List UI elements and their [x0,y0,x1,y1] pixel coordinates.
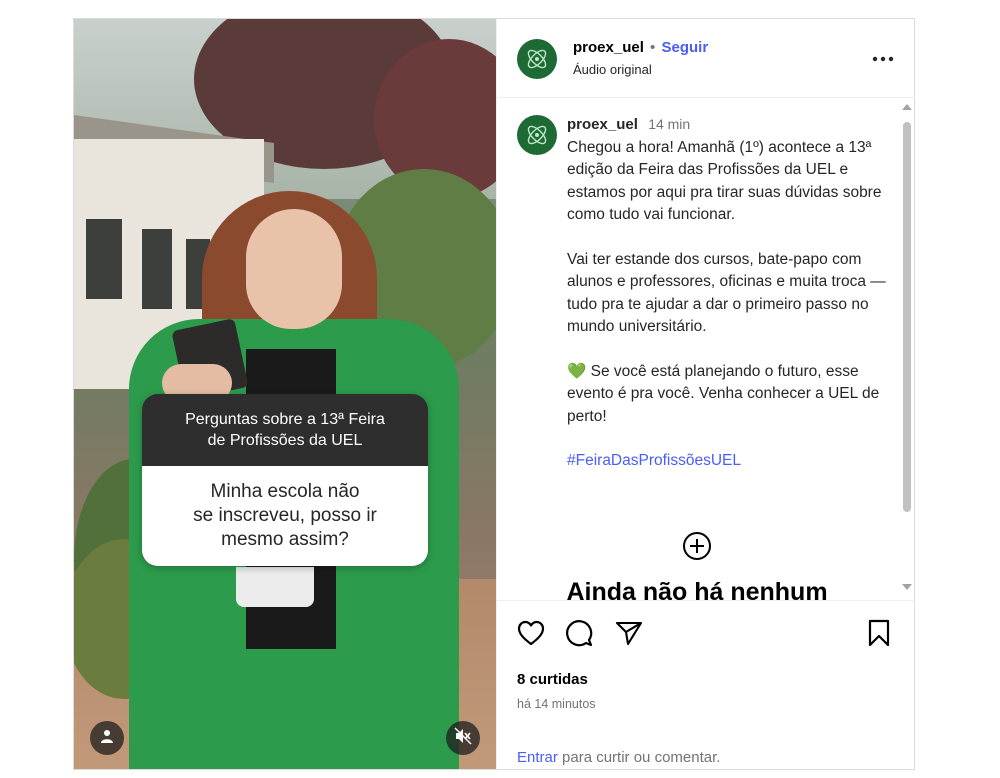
question-sticker-title: Perguntas sobre a 13ª Feira de Profissõe… [142,394,428,466]
no-comments-title: Ainda não há nenhum [566,578,828,600]
send-icon [615,620,643,651]
heart-icon [517,620,545,651]
more-options-button[interactable] [869,47,897,69]
scroll-down-icon[interactable] [901,582,913,592]
post-sidebar: proex_uel • Seguir Áudio original proex_… [496,19,915,769]
login-prompt-text: para curtir ou comentar. [557,749,721,766]
caption-username[interactable]: proex_uel [567,116,638,133]
tagged-users-button[interactable] [90,721,124,755]
post-caption: proex_uel 14 min Chegou a hora! Amanhã (… [567,113,887,473]
more-horizontal-icon [872,49,894,67]
post-video[interactable]: Perguntas sobre a 13ª Feira de Profissõe… [74,19,496,769]
caption-hashtag[interactable]: #FeiraDasProfissõesUEL [567,450,887,473]
uel-logo-icon [527,125,547,145]
caption-avatar[interactable] [517,115,557,155]
video-person-face [246,209,342,329]
video-badge [236,567,314,607]
caption-paragraph-1: Chegou a hora! Amanhã (1º) acontece a 13… [567,138,882,224]
login-link[interactable]: Entrar [517,749,558,766]
question-sticker-text: Minha escola não se inscreveu, posso ir … [142,466,428,566]
question-sticker: Perguntas sobre a 13ª Feira de Profissõe… [142,394,428,566]
follow-button[interactable]: Seguir [661,39,708,56]
speaker-muted-icon [454,727,472,750]
mute-button[interactable] [446,721,480,755]
comments-scrollbar[interactable] [901,98,913,600]
post-container: Perguntas sobre a 13ª Feira de Profissõe… [73,18,915,770]
caption-timestamp: 14 min [648,116,691,132]
audio-label[interactable]: Áudio original [573,62,652,77]
login-prompt: Entrar para curtir ou comentar. [517,749,720,766]
post-actions: 8 curtidas há 14 minutos Entrar para cur… [497,600,915,770]
person-icon [99,728,115,749]
comment-icon [565,619,593,652]
green-heart-emoji: 💚 [567,362,587,380]
bookmark-icon [867,619,891,652]
add-comment-button[interactable] [681,531,713,566]
comment-button[interactable] [563,619,595,651]
save-button[interactable] [863,619,895,651]
plus-circle-icon [682,531,712,566]
scrollbar-thumb[interactable] [903,122,911,512]
post-header: proex_uel • Seguir Áudio original [497,19,915,98]
uel-logo-icon [527,49,547,69]
caption-paragraph-3: Se você está planejando o futuro, esse e… [567,362,880,425]
like-button[interactable] [515,619,547,651]
caption-paragraph-2: Vai ter estande dos cursos, bate-papo co… [567,250,886,336]
avatar[interactable] [517,39,557,79]
header-username[interactable]: proex_uel [573,39,644,56]
likes-count[interactable]: 8 curtidas [517,671,588,688]
share-button[interactable] [613,619,645,651]
post-time-ago: há 14 minutos [517,697,596,711]
scroll-up-icon[interactable] [901,102,913,112]
comments-section[interactable]: proex_uel 14 min Chegou a hora! Amanhã (… [497,98,915,600]
header-separator: • [650,39,656,56]
